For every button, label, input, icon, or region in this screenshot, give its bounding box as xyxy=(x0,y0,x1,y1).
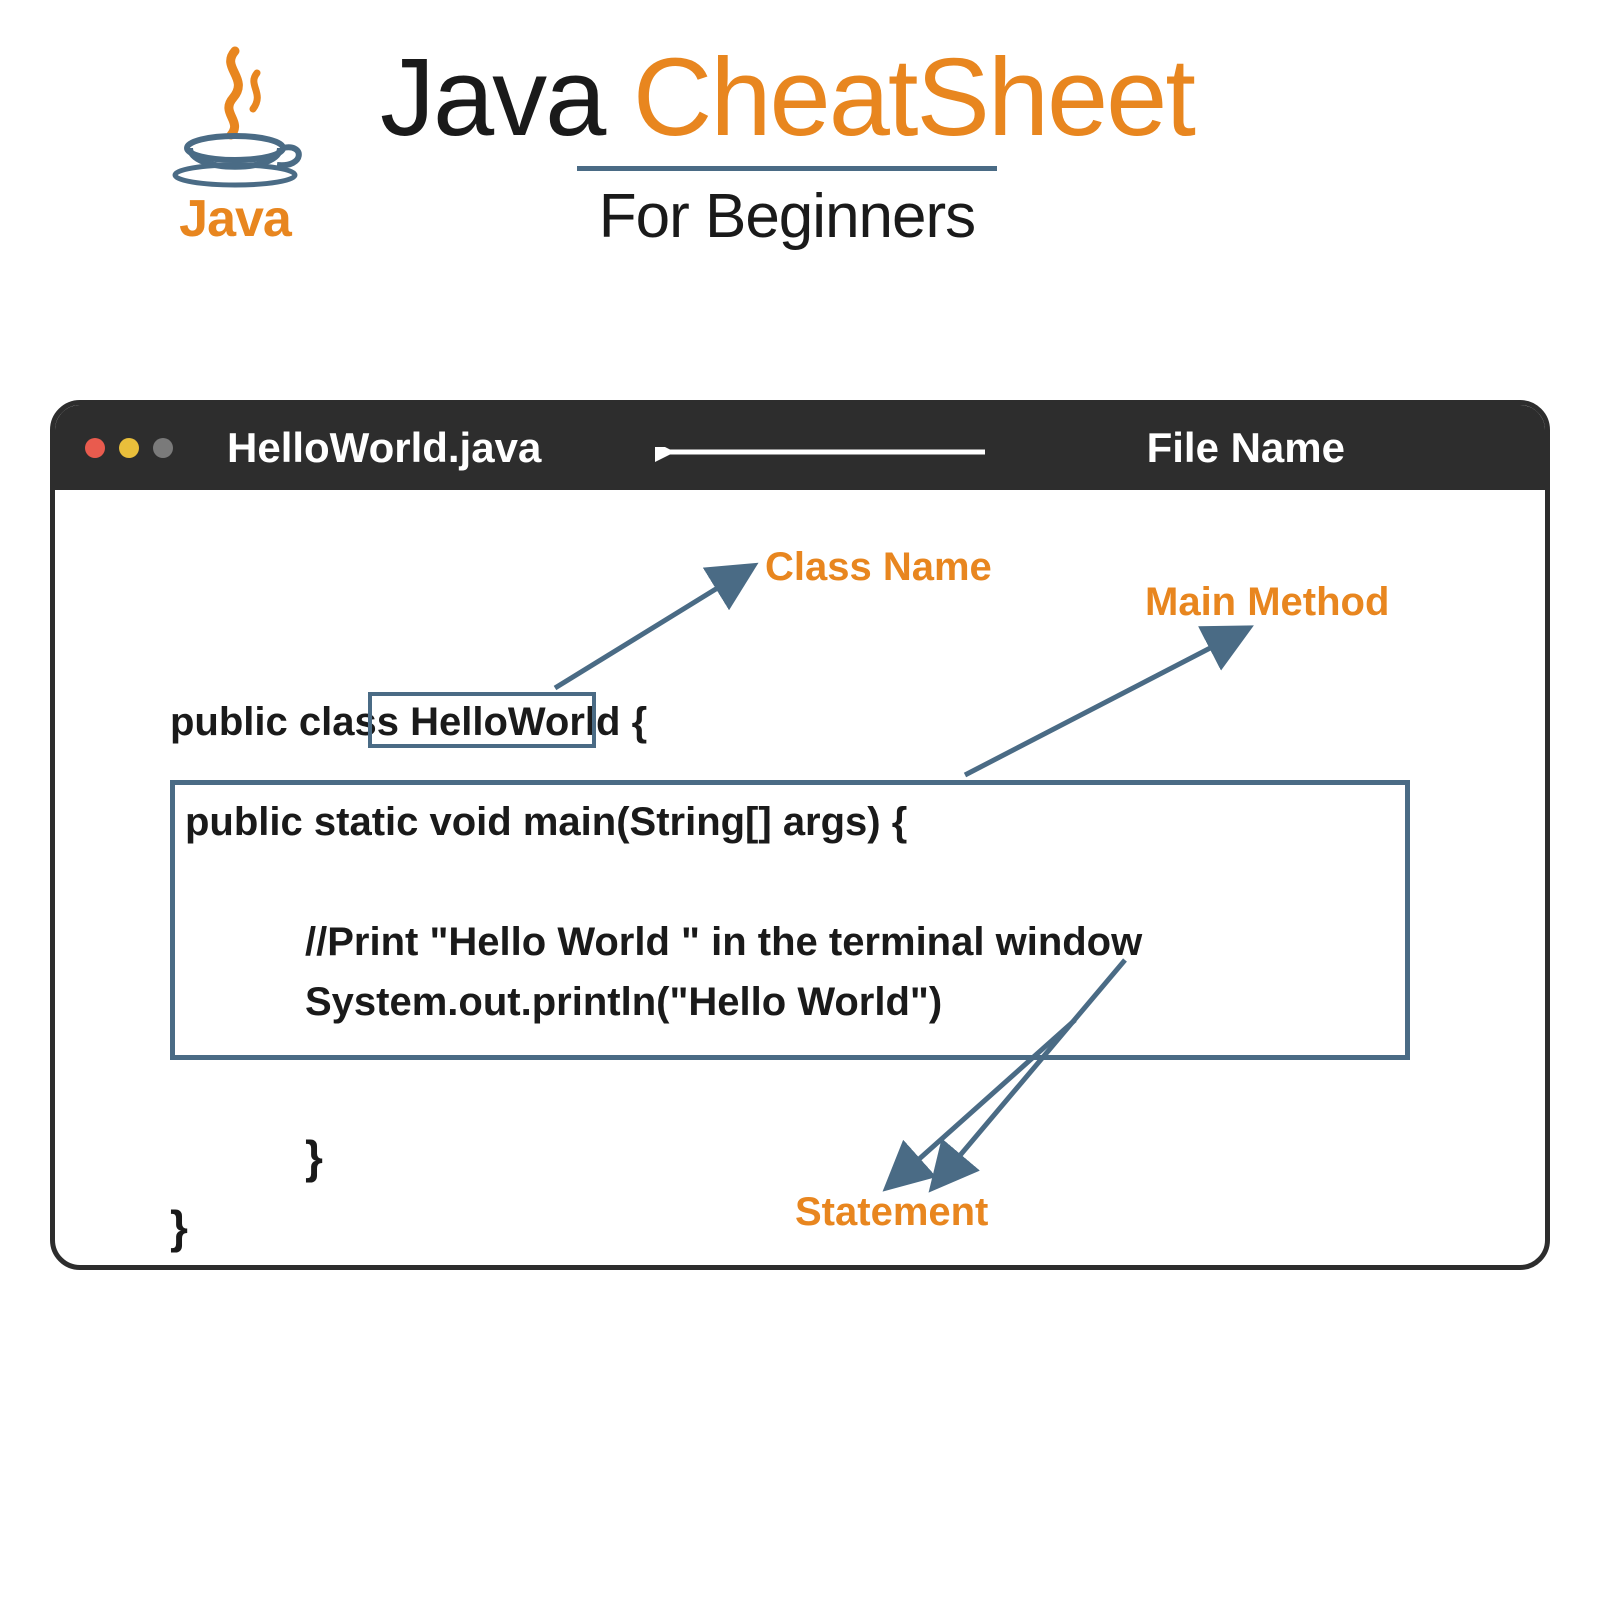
traffic-light-maximize-icon xyxy=(153,438,173,458)
coffee-cup-icon xyxy=(165,43,305,193)
title-word-java: Java xyxy=(380,36,604,159)
title-subtitle: For Beginners xyxy=(599,181,975,252)
traffic-light-close-icon xyxy=(85,438,105,458)
window-filename: HelloWorld.java xyxy=(227,424,541,472)
arrow-filename-icon xyxy=(655,447,995,467)
title-block: Java CheatSheet For Beginners xyxy=(380,40,1194,252)
title-main: Java CheatSheet xyxy=(380,40,1194,156)
logo-text: Java xyxy=(179,189,291,249)
header: Java Java CheatSheet For Beginners xyxy=(0,0,1600,272)
title-underline xyxy=(577,166,997,171)
window-titlebar: HelloWorld.java File Name xyxy=(55,405,1545,490)
annotation-arrows xyxy=(55,490,1550,1270)
title-word-cheatsheet: CheatSheet xyxy=(633,36,1194,159)
traffic-light-minimize-icon xyxy=(119,438,139,458)
java-logo: Java xyxy=(150,43,320,249)
filename-label: File Name xyxy=(1147,424,1345,472)
code-window: HelloWorld.java File Name Class Name Mai… xyxy=(50,400,1550,1270)
code-area: Class Name Main Method Statement public … xyxy=(55,490,1545,1265)
